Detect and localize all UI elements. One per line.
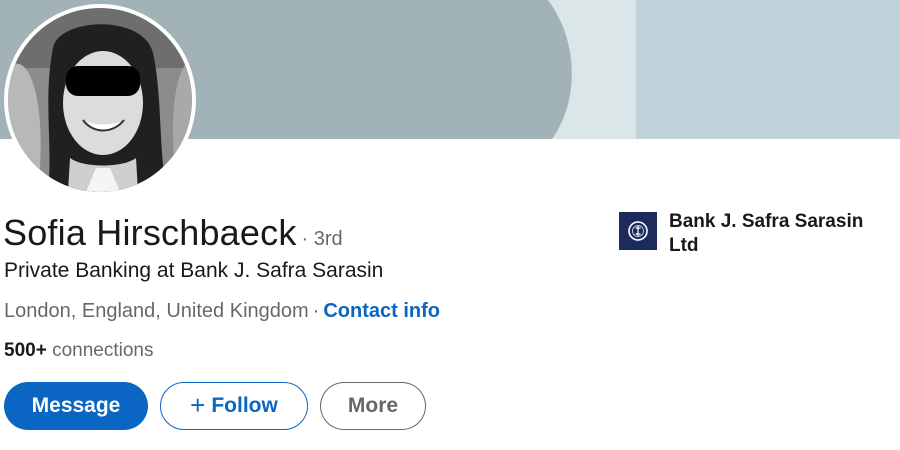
profile-name-row: Sofia Hirschbaeck · 3rd	[3, 212, 343, 254]
connection-degree: · 3rd	[301, 228, 343, 250]
message-button[interactable]: Message	[4, 382, 148, 430]
plus-icon: +	[190, 390, 206, 420]
profile-actions: Message + Follow More	[4, 382, 426, 430]
profile-location: London, England, United Kingdom	[4, 300, 309, 322]
connections-label: connections	[52, 340, 154, 361]
more-button[interactable]: More	[320, 382, 426, 430]
profile-name: Sofia Hirschbaeck	[3, 212, 297, 253]
profile-avatar[interactable]	[4, 4, 196, 196]
contact-info-link[interactable]: Contact info	[323, 300, 440, 322]
follow-button[interactable]: + Follow	[160, 382, 308, 430]
connections-count[interactable]: 500+ connections	[4, 340, 153, 362]
profile-headline: Private Banking at Bank J. Safra Sarasin	[4, 259, 384, 282]
bank-safra-sarasin-logo-icon	[619, 212, 657, 250]
current-company[interactable]: Bank J. Safra Sarasin Ltd	[619, 210, 879, 258]
follow-label: Follow	[211, 394, 278, 417]
connections-number: 500+	[4, 340, 47, 361]
company-name: Bank J. Safra Sarasin Ltd	[669, 211, 864, 256]
profile-location-row: London, England, United Kingdom · Contact …	[4, 300, 440, 323]
location-separator: ·	[312, 300, 320, 322]
